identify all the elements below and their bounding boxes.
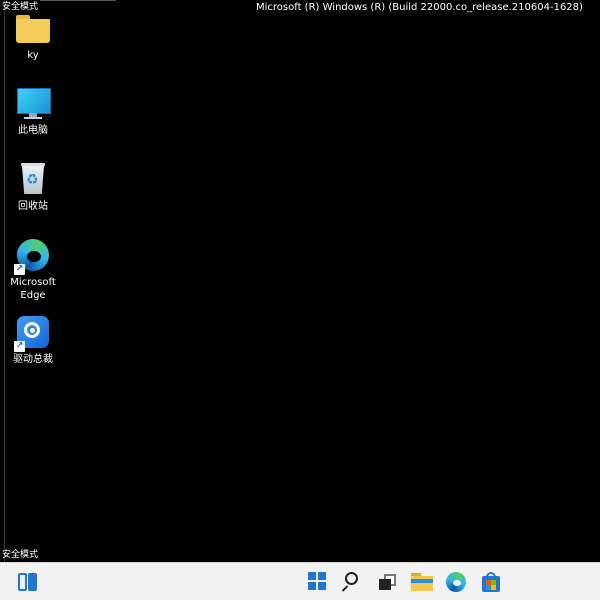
edge-icon: ↗ <box>14 238 50 275</box>
file-explorer-icon[interactable] <box>410 570 434 594</box>
build-watermark: Microsoft (R) Windows (R) (Build 22000.c… <box>256 2 583 13</box>
desktop-icon-ky[interactable]: ky <box>6 11 60 62</box>
shortcut-arrow-icon: ↗ <box>14 264 25 275</box>
start-icon[interactable] <box>306 570 330 594</box>
desktop-icon-label: Microsoft Edge <box>10 277 56 301</box>
shortcut-arrow-icon: ↗ <box>14 341 25 352</box>
desktop-icon-label: ky <box>27 50 39 61</box>
desktop-icon-driver-tool[interactable]: ↗ 驱动总裁 <box>6 315 60 366</box>
store-icon[interactable] <box>479 570 503 594</box>
search-icon[interactable] <box>341 570 365 594</box>
top-edge-line <box>40 0 116 1</box>
this-pc-icon <box>16 86 51 120</box>
edge-taskbar-icon[interactable] <box>444 570 468 594</box>
screen-edge-line <box>4 0 5 562</box>
widgets-icon[interactable] <box>16 570 40 594</box>
desktop-icon-this-pc[interactable]: 此电脑 <box>6 86 60 137</box>
desktop-icon-label: 驱动总裁 <box>13 354 53 365</box>
task-view-icon[interactable] <box>376 570 400 594</box>
recycle-bin-icon: ♻ <box>16 162 50 196</box>
desktop-icon-edge[interactable]: ↗ Microsoft Edge <box>6 238 60 302</box>
taskbar <box>0 562 600 600</box>
safe-mode-label-bottom: 安全模式 <box>2 550 39 560</box>
driver-tool-icon: ↗ <box>14 315 50 352</box>
folder-icon <box>16 11 50 45</box>
desktop-icon-label: 此电脑 <box>18 125 48 136</box>
desktop-icon-label: 回收站 <box>18 201 48 212</box>
desktop-icon-recycle-bin[interactable]: ♻ 回收站 <box>6 162 60 213</box>
